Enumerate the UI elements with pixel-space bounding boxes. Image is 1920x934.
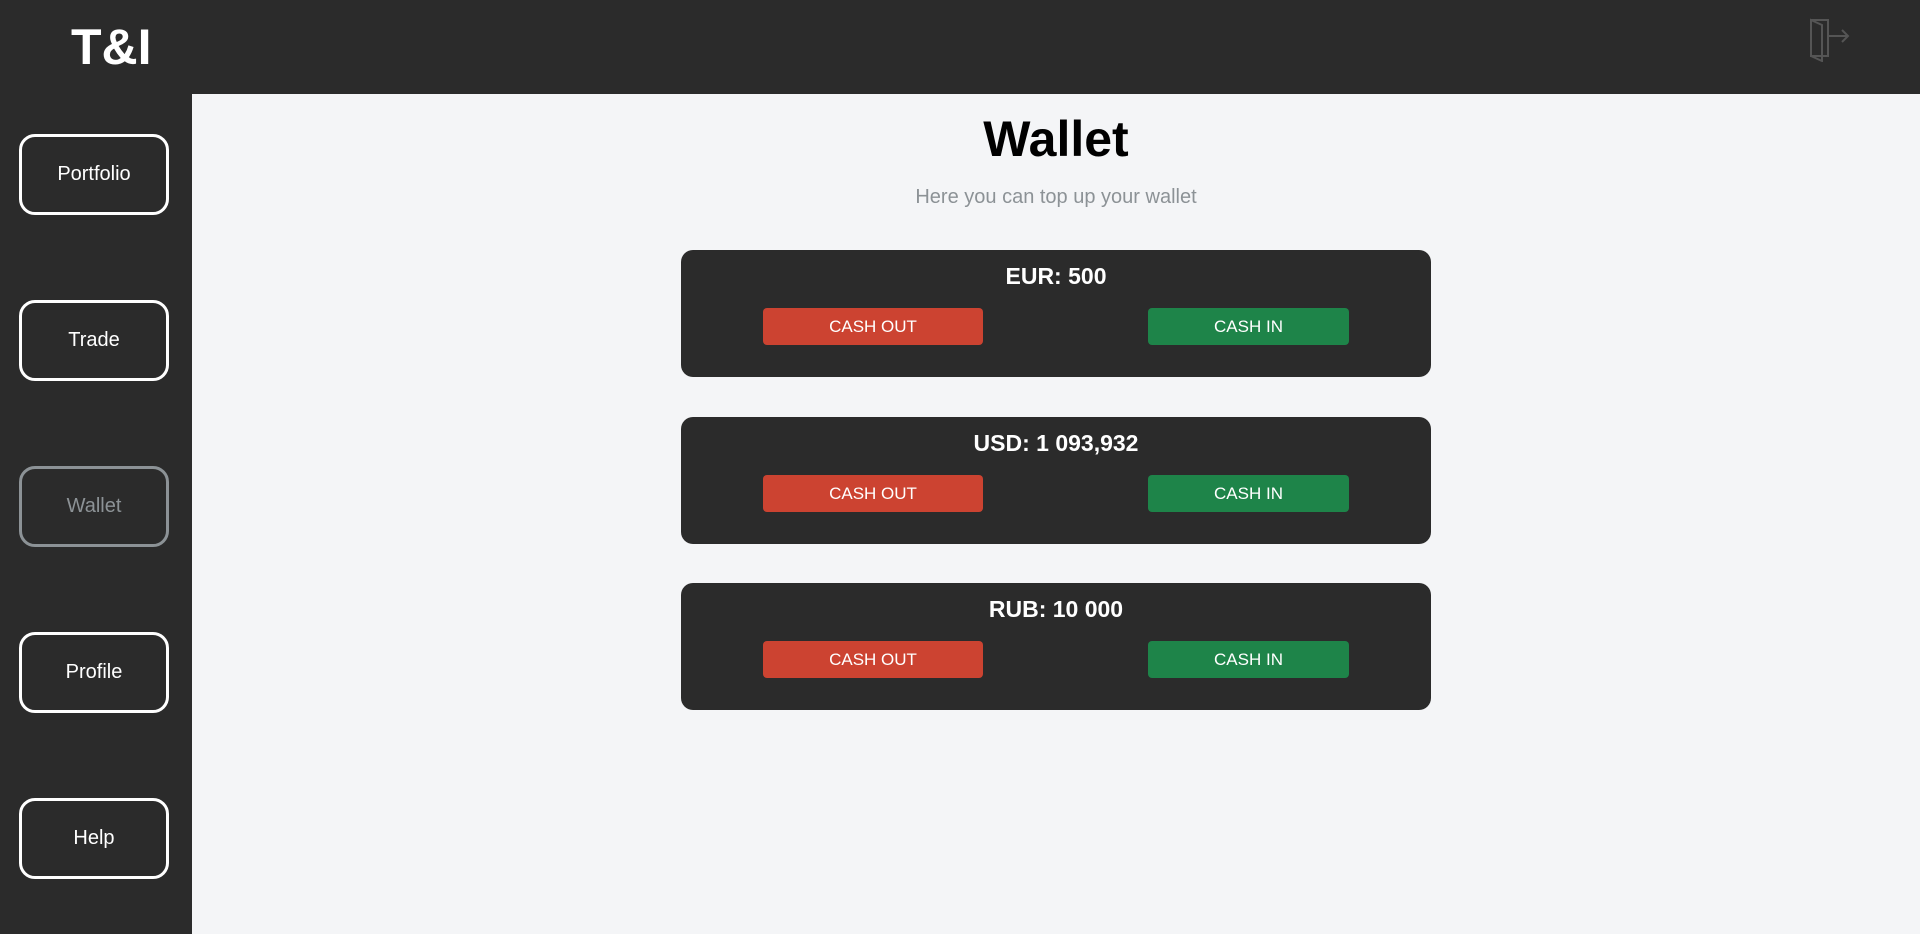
wallet-card-eur: EUR: 500 CASH OUT CASH IN	[681, 250, 1431, 377]
sidebar-item-help[interactable]: Help	[19, 798, 169, 879]
sidebar-item-wallet[interactable]: Wallet	[19, 466, 169, 547]
wallet-balance: RUB: 10 000	[988, 596, 1124, 622]
cash-out-button[interactable]: CASH OUT	[763, 308, 983, 345]
sidebar-item-portfolio[interactable]: Portfolio	[19, 134, 169, 215]
logout-icon[interactable]	[1806, 16, 1852, 63]
page-title: Wallet	[983, 111, 1129, 167]
sidebar-item-trade[interactable]: Trade	[19, 300, 169, 381]
wallet-card-rub: RUB: 10 000 CASH OUT CASH IN	[681, 583, 1431, 710]
cash-in-button[interactable]: CASH IN	[1148, 308, 1349, 345]
cash-in-button[interactable]: CASH IN	[1148, 641, 1349, 678]
wallet-card-usd: USD: 1 093,932 CASH OUT CASH IN	[681, 417, 1431, 544]
wallet-balance: EUR: 500	[1005, 263, 1107, 289]
wallet-balance: USD: 1 093,932	[973, 430, 1139, 456]
cash-out-button[interactable]: CASH OUT	[763, 475, 983, 512]
logout-door-icon	[1810, 18, 1850, 63]
top-bar: T&I	[0, 0, 1920, 94]
app-logo[interactable]: T&I	[71, 18, 152, 76]
sidebar-item-profile[interactable]: Profile	[19, 632, 169, 713]
cash-out-button[interactable]: CASH OUT	[763, 641, 983, 678]
page-subtitle: Here you can top up your wallet	[915, 186, 1197, 208]
main-content: Wallet Here you can top up your wallet E…	[192, 94, 1920, 934]
cash-in-button[interactable]: CASH IN	[1148, 475, 1349, 512]
sidebar: Portfolio Trade Wallet Profile Help	[0, 94, 192, 934]
